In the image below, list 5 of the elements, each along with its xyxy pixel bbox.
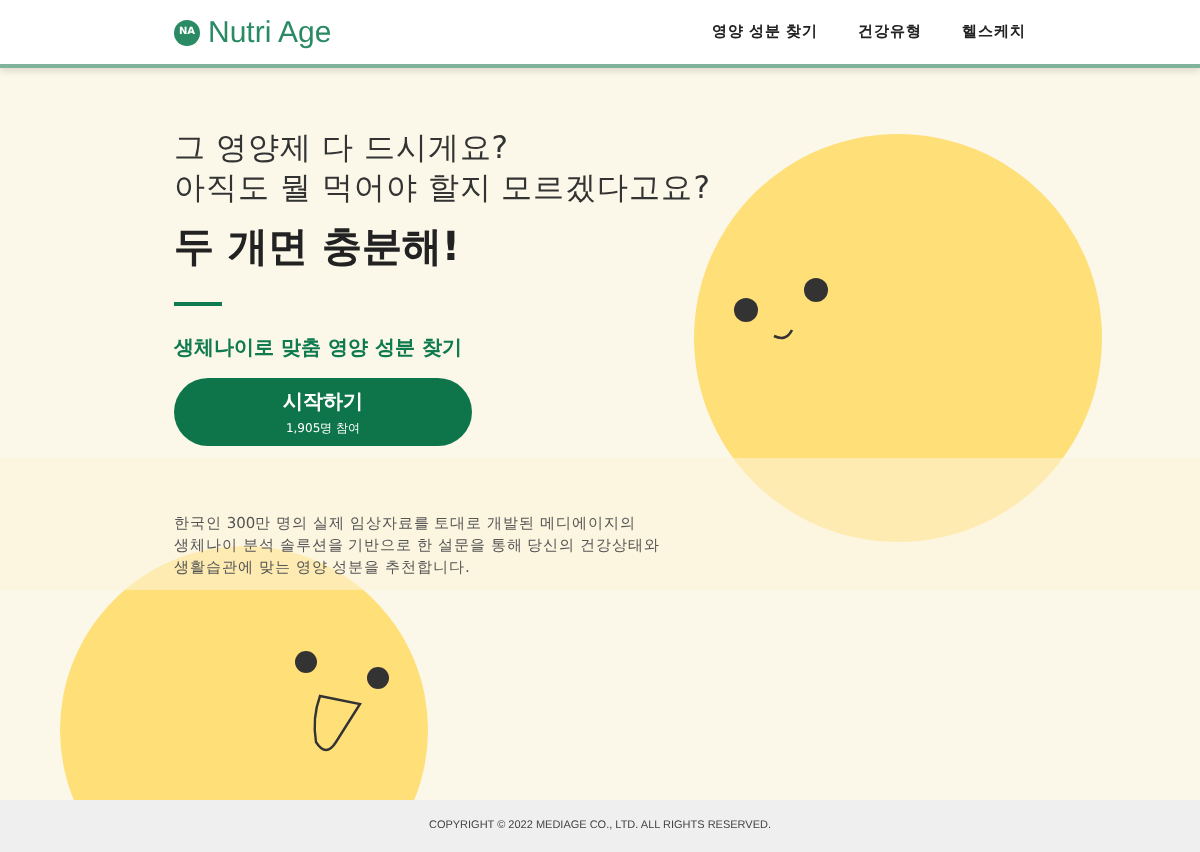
- logo-text[interactable]: Nutri Age: [208, 15, 332, 49]
- hero-text: 아직도 뭘 먹어야 할지 모르겠다고요?: [174, 168, 712, 208]
- subtitle: 생체나이로 맞춤 영양 성분 찾기: [174, 336, 464, 362]
- headline: 두 개면 충분해!: [174, 220, 463, 274]
- hero-text: 그 영양제 다 드시게요?: [174, 128, 511, 168]
